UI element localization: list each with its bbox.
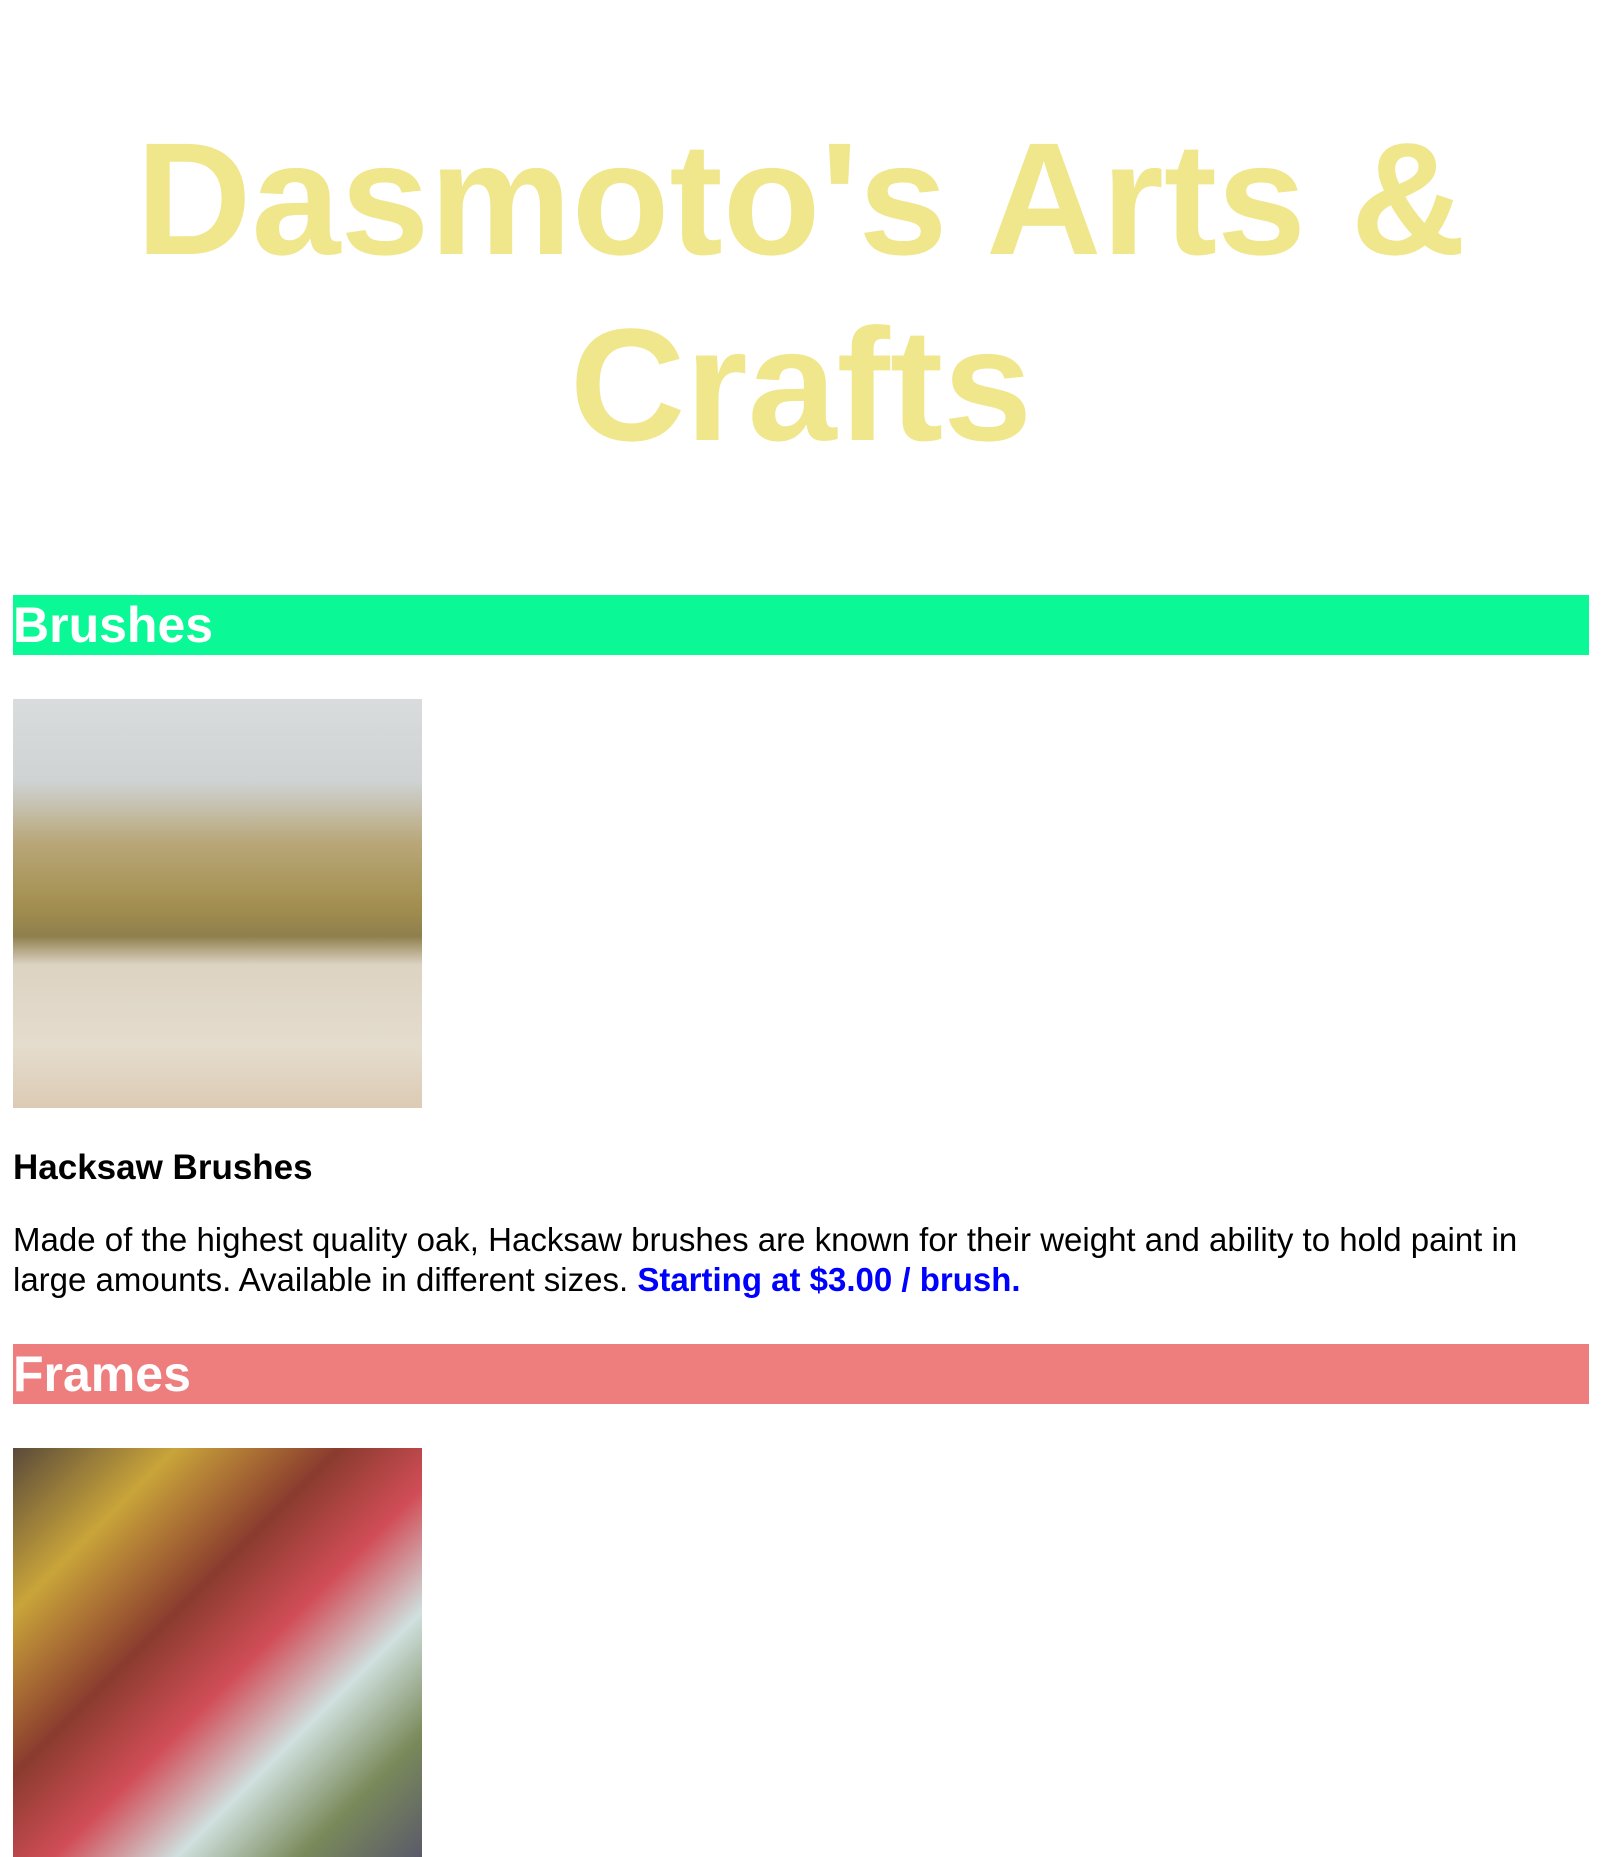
section-heading-brushes: Brushes [13, 595, 1589, 655]
product-description: Made of the highest quality oak, Hacksaw… [13, 1220, 1593, 1300]
section-heading-frames: Frames [13, 1344, 1589, 1404]
product-title: Hacksaw Brushes [13, 1148, 313, 1187]
brushes-image [13, 699, 422, 1108]
price-text: Starting at $3.00 / brush. [637, 1261, 1021, 1298]
frames-image [13, 1448, 422, 1857]
page-title: Dasmoto's Arts & Crafts [135, 109, 1467, 474]
